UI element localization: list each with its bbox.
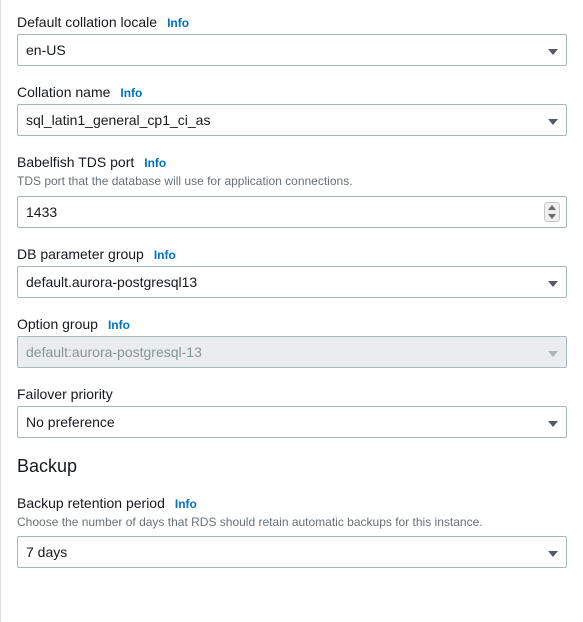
parameter-group-label: DB parameter group bbox=[17, 246, 144, 262]
caret-down-icon bbox=[548, 112, 558, 128]
failover-priority-value: No preference bbox=[26, 414, 115, 430]
parameter-group-select[interactable]: default.aurora-postgresql13 bbox=[17, 266, 567, 298]
parameter-group-value: default.aurora-postgresql13 bbox=[26, 274, 197, 290]
caret-down-icon bbox=[548, 414, 558, 430]
field-option-group: Option group Info default:aurora-postgre… bbox=[17, 316, 567, 368]
caret-down-icon bbox=[548, 344, 558, 360]
tds-port-label: Babelfish TDS port bbox=[17, 154, 134, 170]
backup-heading: Backup bbox=[17, 456, 567, 477]
collation-name-value: sql_latin1_general_cp1_ci_as bbox=[26, 112, 210, 128]
backup-retention-value: 7 days bbox=[26, 544, 67, 560]
tds-port-desc: TDS port that the database will use for … bbox=[17, 174, 567, 190]
collation-name-select[interactable]: sql_latin1_general_cp1_ci_as bbox=[17, 104, 567, 136]
failover-priority-select[interactable]: No preference bbox=[17, 406, 567, 438]
failover-priority-label: Failover priority bbox=[17, 386, 113, 402]
label-row: DB parameter group Info bbox=[17, 246, 567, 262]
collation-name-info-link[interactable]: Info bbox=[120, 86, 142, 100]
label-row: Backup retention period Info bbox=[17, 495, 567, 511]
caret-down-icon bbox=[548, 42, 558, 58]
number-stepper[interactable] bbox=[544, 202, 560, 222]
tds-port-input[interactable] bbox=[26, 204, 536, 220]
tds-port-input-wrap bbox=[17, 196, 567, 228]
collation-locale-label: Default collation locale bbox=[17, 14, 157, 30]
backup-retention-info-link[interactable]: Info bbox=[175, 497, 197, 511]
option-group-select: default:aurora-postgresql-13 bbox=[17, 336, 567, 368]
label-row: Default collation locale Info bbox=[17, 14, 567, 30]
stepper-down-icon bbox=[548, 214, 556, 219]
stepper-up-icon bbox=[548, 205, 556, 210]
field-tds-port: Babelfish TDS port Info TDS port that th… bbox=[17, 154, 567, 228]
tds-port-info-link[interactable]: Info bbox=[144, 156, 166, 170]
option-group-info-link[interactable]: Info bbox=[108, 318, 130, 332]
field-backup-retention: Backup retention period Info Choose the … bbox=[17, 495, 567, 569]
label-row: Failover priority bbox=[17, 386, 567, 402]
backup-retention-select[interactable]: 7 days bbox=[17, 536, 567, 568]
backup-retention-label: Backup retention period bbox=[17, 495, 165, 511]
caret-down-icon bbox=[548, 274, 558, 290]
parameter-group-info-link[interactable]: Info bbox=[154, 248, 176, 262]
field-failover-priority: Failover priority No preference bbox=[17, 386, 567, 438]
field-parameter-group: DB parameter group Info default.aurora-p… bbox=[17, 246, 567, 298]
field-collation-locale: Default collation locale Info en-US bbox=[17, 14, 567, 66]
field-collation-name: Collation name Info sql_latin1_general_c… bbox=[17, 84, 567, 136]
collation-locale-value: en-US bbox=[26, 42, 66, 58]
option-group-label: Option group bbox=[17, 316, 98, 332]
collation-locale-select[interactable]: en-US bbox=[17, 34, 567, 66]
collation-locale-info-link[interactable]: Info bbox=[167, 16, 189, 30]
backup-retention-desc: Choose the number of days that RDS shoul… bbox=[17, 515, 567, 531]
label-row: Option group Info bbox=[17, 316, 567, 332]
label-row: Babelfish TDS port Info bbox=[17, 154, 567, 170]
label-row: Collation name Info bbox=[17, 84, 567, 100]
option-group-value: default:aurora-postgresql-13 bbox=[26, 344, 202, 360]
caret-down-icon bbox=[548, 544, 558, 560]
collation-name-label: Collation name bbox=[17, 84, 110, 100]
